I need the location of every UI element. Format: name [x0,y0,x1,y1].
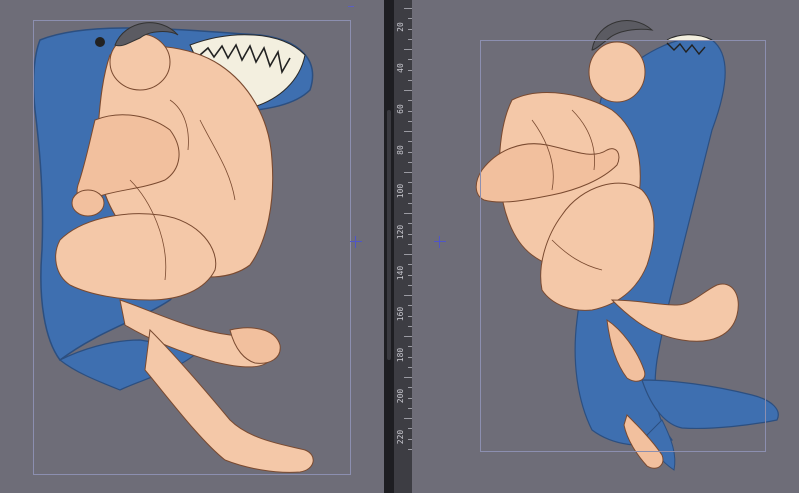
ruler-major-tick [404,377,412,378]
ruler-label: 160 [396,306,405,322]
ruler-label: 80 [396,145,405,155]
ruler-major-tick [404,131,412,132]
canvas-bounds-guide [480,40,766,452]
ruler-label: 140 [396,265,405,281]
ruler-label: 40 [396,63,405,73]
ruler-major-tick [404,49,412,50]
ruler-major-tick [404,254,412,255]
split-grip-handle[interactable] [387,110,391,360]
ruler-label: 100 [396,183,405,199]
canvas-bounds-guide [33,20,351,475]
canvas-view-left[interactable] [0,0,384,493]
ruler-label: 200 [396,388,405,404]
ruler-label: 20 [396,22,405,32]
crosshair-icon [434,236,446,248]
ruler-major-tick [404,8,412,9]
crosshair-icon [350,236,362,248]
ruler-label: 180 [396,347,405,363]
ruler-label: 120 [396,224,405,240]
canvas-view-right[interactable] [412,0,799,493]
top-edge-marker [348,6,354,7]
drawing-workspace: 20 40 60 80 100 120 140 160 180 200 220 [0,0,799,493]
ruler-major-tick [404,418,412,419]
ruler-major-tick [404,336,412,337]
ruler-label: 220 [396,429,405,445]
ruler-major-tick [404,213,412,214]
ruler-major-tick [404,90,412,91]
ruler-label: 60 [396,104,405,114]
vertical-ruler[interactable]: 20 40 60 80 100 120 140 160 180 200 220 [394,0,413,493]
view-split-bar[interactable] [384,0,394,493]
ruler-major-tick [404,295,412,296]
ruler-major-tick [404,172,412,173]
